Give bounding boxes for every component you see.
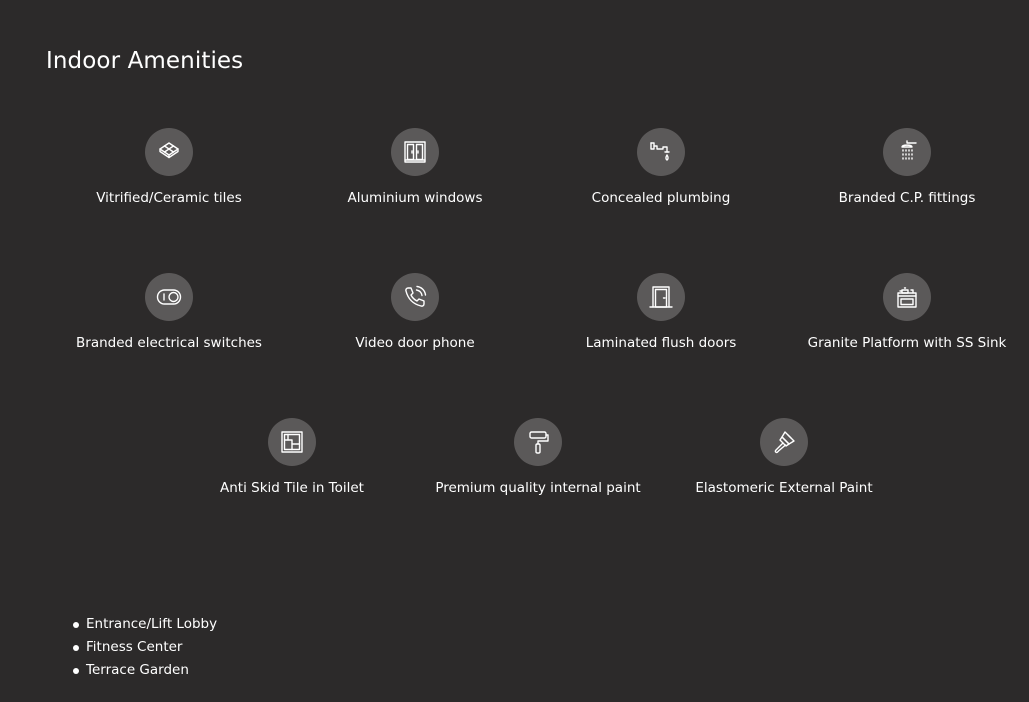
amenity-item-external-paint: Elastomeric External Paint bbox=[664, 418, 904, 497]
amenity-label: Branded electrical switches bbox=[76, 335, 262, 351]
floor-tile-icon bbox=[268, 418, 316, 466]
amenity-label: Video door phone bbox=[355, 335, 475, 351]
amenity-item-cp-fittings: Branded C.P. fittings bbox=[787, 128, 1027, 207]
tiles-icon bbox=[145, 128, 193, 176]
amenity-label: Laminated flush doors bbox=[585, 335, 737, 351]
paint-brush-icon bbox=[760, 418, 808, 466]
amenity-label: Aluminium windows bbox=[347, 190, 483, 206]
list-item: Fitness Center bbox=[72, 636, 217, 659]
amenity-label: Premium quality internal paint bbox=[435, 480, 641, 496]
amenity-item-video-door-phone: Video door phone bbox=[295, 273, 535, 352]
window-icon bbox=[391, 128, 439, 176]
paint-roller-icon bbox=[514, 418, 562, 466]
amenity-item-tiles: Vitrified/Ceramic tiles bbox=[49, 128, 289, 207]
amenity-label: Granite Platform with SS Sink bbox=[807, 335, 1007, 351]
other-amenities-list: Entrance/Lift Lobby Fitness Center Terra… bbox=[72, 613, 217, 682]
amenity-label: Vitrified/Ceramic tiles bbox=[96, 190, 242, 206]
amenity-item-plumbing: Concealed plumbing bbox=[541, 128, 781, 207]
switch-icon bbox=[145, 273, 193, 321]
amenity-item-windows: Aluminium windows bbox=[295, 128, 535, 207]
amenity-label: Elastomeric External Paint bbox=[695, 480, 873, 496]
amenity-label: Anti Skid Tile in Toilet bbox=[220, 480, 364, 496]
amenity-item-granite-platform: Granite Platform with SS Sink bbox=[787, 273, 1027, 352]
list-item: Terrace Garden bbox=[72, 659, 217, 682]
pipe-faucet-icon bbox=[637, 128, 685, 176]
door-icon bbox=[637, 273, 685, 321]
amenity-item-switches: Branded electrical switches bbox=[49, 273, 289, 352]
amenity-item-flush-doors: Laminated flush doors bbox=[541, 273, 781, 352]
phone-icon bbox=[391, 273, 439, 321]
section-title: Indoor Amenities bbox=[46, 48, 244, 74]
amenity-label: Branded C.P. fittings bbox=[838, 190, 976, 206]
amenity-item-internal-paint: Premium quality internal paint bbox=[418, 418, 658, 497]
stove-sink-icon bbox=[883, 273, 931, 321]
shower-icon bbox=[883, 128, 931, 176]
list-item: Entrance/Lift Lobby bbox=[72, 613, 217, 636]
amenity-label: Concealed plumbing bbox=[591, 190, 731, 206]
amenity-item-anti-skid-tile: Anti Skid Tile in Toilet bbox=[172, 418, 412, 497]
